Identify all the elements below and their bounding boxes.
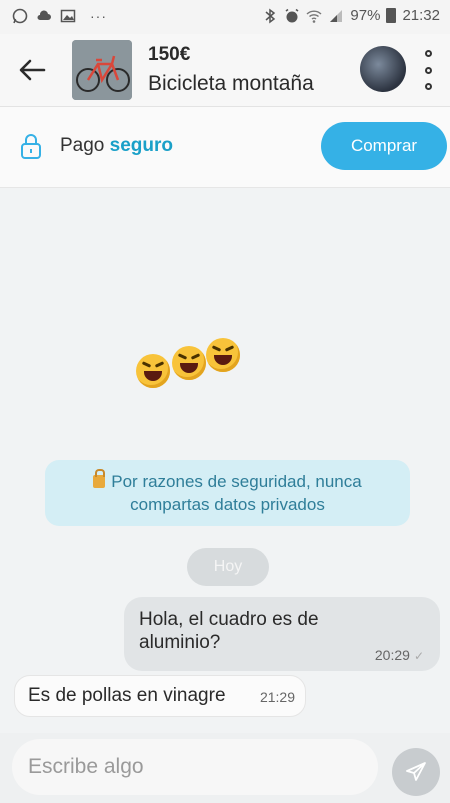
secure-payment-label-text: Pago — [60, 135, 105, 156]
wifi-icon — [306, 9, 322, 23]
status-bar: ··· 97% 21:32 — [0, 0, 450, 34]
product-thumbnail[interactable] — [72, 40, 132, 100]
incoming-message[interactable]: Es de pollas en vinagre 21:29 — [14, 675, 306, 717]
cloud-icon — [37, 10, 51, 20]
back-button[interactable] — [14, 52, 50, 88]
product-title: Bicicleta montaña — [148, 72, 314, 95]
security-notice: Por razones de seguridad, nunca comparta… — [45, 460, 410, 526]
bluetooth-icon — [265, 8, 276, 23]
status-bar-right: 97% 21:32 — [262, 7, 440, 24]
battery-icon — [386, 8, 397, 23]
arrow-left-icon — [19, 59, 46, 81]
whatsapp-icon — [12, 8, 28, 24]
send-icon — [406, 762, 426, 781]
kebab-menu-icon[interactable] — [420, 50, 436, 90]
status-overflow: ··· — [90, 8, 107, 24]
laughing-emoji-icon — [172, 346, 206, 380]
chat-header: 150€ Bicicleta montaña — [0, 34, 450, 107]
composer-bar — [0, 733, 450, 803]
chat-area[interactable]: Por razones de seguridad, nunca comparta… — [0, 188, 450, 733]
message-time: 20:29 ✓ — [375, 647, 424, 663]
alarm-icon — [285, 8, 299, 22]
lock-emoji-icon — [93, 469, 106, 488]
outgoing-message[interactable]: Hola, el cuadro es de aluminio? 20:29 ✓ — [124, 597, 440, 671]
security-notice-line1: Por razones de seguridad, nunca — [111, 472, 362, 491]
secure-payment-label: Pago seguro — [60, 135, 173, 157]
secure-payment-bar: Pago seguro Comprar — [0, 107, 450, 188]
send-button[interactable] — [392, 748, 440, 796]
status-bar-left: ··· — [12, 8, 107, 24]
message-time: 21:29 — [259, 689, 295, 705]
bicycle-photo — [72, 40, 132, 100]
buy-button[interactable]: Comprar — [321, 122, 447, 170]
message-time-text: 20:29 — [374, 647, 410, 663]
lock-icon — [21, 134, 41, 159]
security-notice-line1-row: Por razones de seguridad, nunca — [93, 469, 362, 493]
security-notice-line2: compartas datos privados — [130, 495, 325, 514]
day-separator: Hoy — [187, 548, 269, 586]
signal-icon — [330, 9, 343, 22]
message-input[interactable] — [12, 739, 378, 795]
laughing-emoji-icon — [136, 354, 170, 388]
emoji-message — [136, 338, 246, 390]
message-text: Es de pollas en vinagre — [28, 685, 226, 706]
secure-payment-label-accent: seguro — [109, 135, 174, 156]
sent-check-icon: ✓ — [413, 649, 424, 663]
laughing-emoji-icon — [206, 338, 240, 372]
seller-avatar[interactable] — [360, 46, 406, 92]
status-time: 21:32 — [402, 7, 440, 24]
image-icon — [60, 9, 76, 23]
message-text: Hola, el cuadro es de aluminio? — [139, 609, 319, 653]
product-price: 150€ — [148, 44, 191, 65]
battery-percent: 97% — [350, 7, 381, 24]
